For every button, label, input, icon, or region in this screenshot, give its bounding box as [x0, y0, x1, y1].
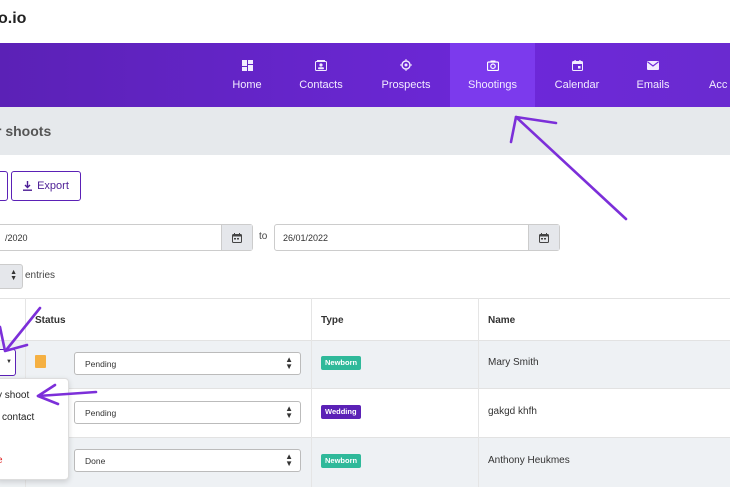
nav-calendar[interactable]: Calendar [552, 43, 602, 107]
select-arrows-icon: ▲ ▼ [285, 355, 293, 371]
nav-label: Shootings [468, 79, 517, 91]
contact-name[interactable]: Mary Smith [488, 357, 539, 368]
top-bar: o.io [0, 0, 730, 43]
menu-item-new-shoot[interactable]: y shoot [0, 390, 29, 401]
date-to-field[interactable]: 26/01/2022 [274, 224, 560, 251]
actions-dropdown-menu: y shoot contact e [0, 378, 69, 480]
select-arrows-icon: ▲ ▼ [285, 452, 293, 468]
date-to-value: 26/01/2022 [283, 233, 329, 243]
header-divider [0, 340, 730, 341]
contact-name[interactable]: gakgd khfh [488, 406, 537, 417]
status-select[interactable]: Pending ▲ ▼ [74, 401, 301, 424]
target-icon [399, 59, 413, 71]
calendar-icon[interactable] [528, 225, 559, 250]
calendar-icon [570, 59, 584, 71]
nav-label: Emails [636, 79, 670, 91]
nav-emails[interactable]: Emails [632, 43, 674, 107]
row-divider [0, 388, 730, 389]
add-button[interactable] [0, 171, 8, 201]
download-icon [23, 181, 33, 191]
menu-item-contact[interactable]: contact [2, 412, 34, 423]
nav-home[interactable]: Home [225, 43, 269, 107]
export-button[interactable]: Export [11, 171, 81, 201]
export-label: Export [37, 180, 69, 192]
date-range-separator: to [259, 231, 268, 242]
menu-item-delete[interactable]: e [0, 455, 3, 466]
status-value: Done [85, 456, 106, 466]
type-badge: Newborn [321, 356, 362, 370]
row-divider [0, 437, 730, 438]
column-header-type[interactable]: Type [321, 315, 344, 357]
nav-label: Calendar [554, 79, 600, 91]
status-value: Pending [85, 359, 117, 369]
column-divider [311, 298, 312, 487]
table-top-border [0, 298, 730, 299]
nav-prospects[interactable]: Prospects [376, 43, 436, 107]
column-header-status[interactable]: Status [35, 315, 66, 357]
status-select[interactable]: Done ▲ ▼ [74, 449, 301, 472]
main-nav: Home Contacts Prospects Shootings Calend… [0, 43, 730, 107]
type-badge: Newborn [321, 454, 362, 468]
brand-logo[interactable]: o.io [0, 10, 26, 28]
column-header-name[interactable]: Name [488, 315, 515, 357]
column-divider [478, 298, 479, 487]
nav-shootings[interactable]: Shootings [450, 43, 535, 107]
status-color-indicator [35, 355, 46, 368]
camera-icon [486, 59, 500, 71]
status-select[interactable]: Pending ▲ ▼ [74, 352, 301, 375]
caret-down-icon: ▼ [6, 359, 12, 365]
entries-select[interactable]: ▲ ▼ [0, 264, 23, 289]
calendar-icon[interactable] [221, 225, 252, 250]
contact-card-icon [314, 59, 328, 71]
mail-icon [646, 59, 660, 71]
page-header [0, 107, 730, 155]
nav-label: Home [232, 79, 262, 91]
type-badge: Wedding [321, 405, 361, 419]
dashboard-icon [240, 59, 254, 71]
select-arrows-icon: ▲ ▼ [285, 404, 293, 420]
page-title: r shoots [0, 123, 52, 139]
row-actions-button[interactable]: ▼ [0, 349, 16, 376]
nav-contacts[interactable]: Contacts [293, 43, 349, 107]
nav-label: Acc [709, 79, 728, 91]
select-arrows-icon: ▲ ▼ [10, 269, 17, 282]
status-value: Pending [85, 408, 117, 418]
nav-label: Prospects [381, 79, 431, 91]
date-from-value: /2020 [5, 233, 28, 243]
entries-label: entries [25, 270, 56, 281]
contact-name[interactable]: Anthony Heukmes [488, 455, 570, 466]
nav-account[interactable]: Acc [706, 43, 730, 107]
nav-label: Contacts [299, 79, 343, 91]
date-from-field[interactable]: /2020 [0, 224, 253, 251]
